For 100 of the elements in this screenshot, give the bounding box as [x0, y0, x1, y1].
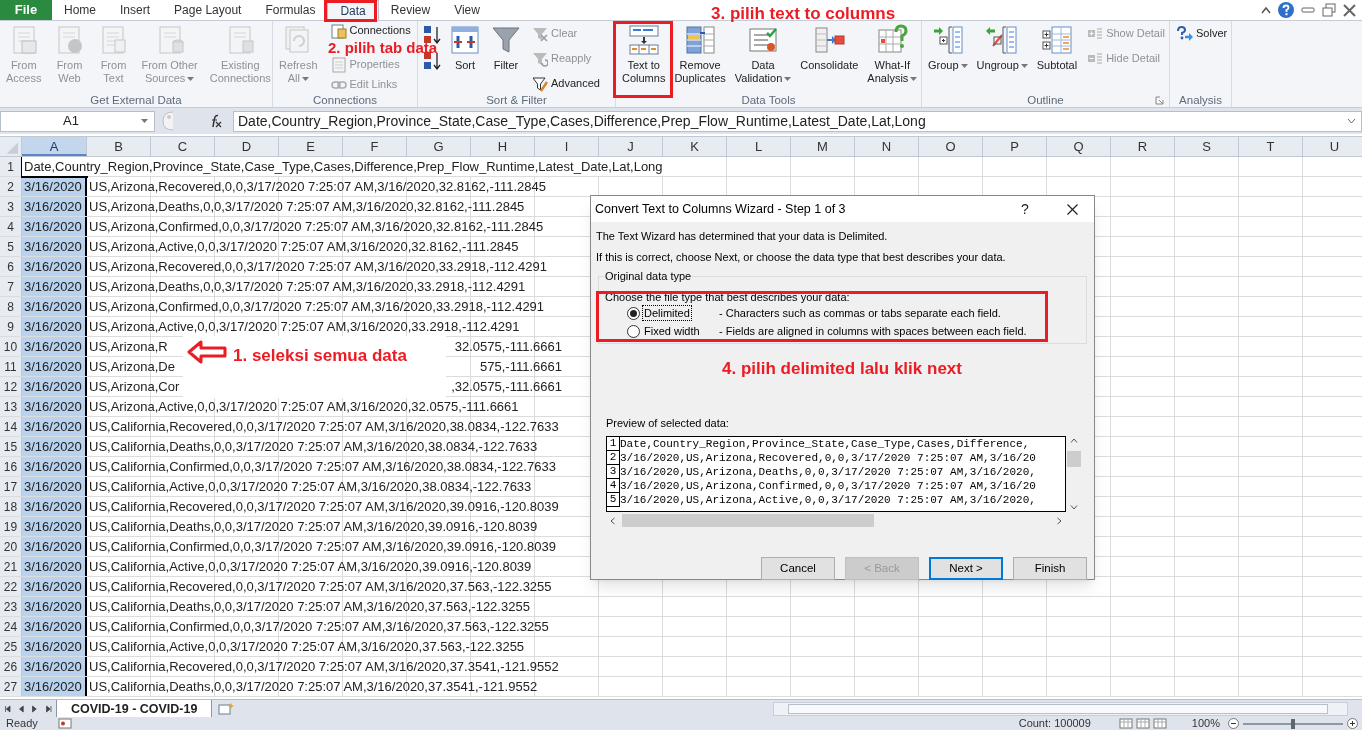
row-header[interactable]: 18: [0, 497, 22, 516]
row-header[interactable]: 11: [0, 357, 22, 376]
macro-record-icon[interactable]: [57, 718, 72, 729]
scroll-right-icon[interactable]: [1057, 516, 1062, 525]
ribbon-tab[interactable]: Insert: [108, 0, 163, 20]
column-header[interactable]: C: [151, 137, 215, 156]
close-icon[interactable]: [1343, 3, 1356, 17]
scroll-thumb[interactable]: [788, 703, 1328, 714]
row-header[interactable]: 26: [0, 657, 22, 676]
previous-sheet-icon[interactable]: [4, 703, 12, 714]
column-header[interactable]: E: [279, 137, 343, 156]
row-header[interactable]: 15: [0, 437, 22, 456]
row-header[interactable]: 4: [0, 217, 22, 236]
ribbon-button[interactable]: Consolidate: [797, 21, 862, 72]
name-box[interactable]: A1: [0, 110, 155, 132]
row-header[interactable]: 7: [0, 277, 22, 296]
row-header[interactable]: 5: [0, 237, 22, 256]
column-header[interactable]: G: [407, 137, 471, 156]
next-sheet-icon[interactable]: [31, 703, 39, 714]
column-header[interactable]: M: [791, 137, 855, 156]
radio-option[interactable]: Fixed width: [627, 324, 713, 338]
ribbon-button[interactable]: Advanced: [530, 75, 602, 92]
row-header[interactable]: 21: [0, 557, 22, 576]
row-header[interactable]: 1: [0, 157, 22, 176]
column-header[interactable]: T: [1239, 137, 1303, 156]
splitter-handle-icon[interactable]: [159, 111, 175, 131]
restore-icon[interactable]: [1322, 3, 1336, 17]
horizontal-scrollbar[interactable]: [773, 701, 1348, 716]
row-header[interactable]: 23: [0, 597, 22, 616]
ribbon-button[interactable]: Ungroup: [973, 21, 1031, 72]
page-layout-view-icon[interactable]: [1135, 718, 1150, 729]
dialog-button[interactable]: Next >: [929, 557, 1003, 580]
scroll-left-icon[interactable]: [610, 516, 615, 525]
column-header[interactable]: B: [87, 137, 151, 156]
row-header[interactable]: 8: [0, 297, 22, 316]
column-header[interactable]: J: [599, 137, 663, 156]
previous-sheet-icon[interactable]: [17, 703, 25, 714]
dialog-button[interactable]: Cancel: [761, 557, 835, 580]
row-header[interactable]: 16: [0, 457, 22, 476]
ribbon-button[interactable]: Subtotal: [1033, 21, 1081, 72]
ribbon-button[interactable]: Group: [925, 21, 971, 72]
ribbon-tab[interactable]: Page Layout: [162, 0, 254, 20]
sheet-tab[interactable]: COVID-19 - COVID-19: [56, 699, 213, 718]
column-header[interactable]: H: [471, 137, 535, 156]
row-header[interactable]: 12: [0, 377, 22, 396]
column-header[interactable]: L: [727, 137, 791, 156]
column-header[interactable]: A: [22, 137, 87, 156]
row-header[interactable]: 6: [0, 257, 22, 276]
row-header[interactable]: 3: [0, 197, 22, 216]
dialog-launcher-icon[interactable]: [1155, 96, 1164, 105]
row-header[interactable]: 9: [0, 317, 22, 336]
ribbon-button[interactable]: Connections: [328, 22, 413, 39]
row-header[interactable]: 22: [0, 577, 22, 596]
row-header[interactable]: 25: [0, 637, 22, 656]
vertical-scrollbar[interactable]: [1066, 436, 1081, 512]
row-header[interactable]: 19: [0, 517, 22, 536]
page-break-view-icon[interactable]: [1152, 718, 1167, 729]
row-header[interactable]: 14: [0, 417, 22, 436]
scroll-up-icon[interactable]: [1069, 438, 1078, 443]
slider-thumb[interactable]: [1291, 718, 1295, 729]
column-header[interactable]: N: [855, 137, 919, 156]
next-sheet-icon[interactable]: [44, 703, 52, 714]
help-button[interactable]: ?: [1014, 198, 1036, 220]
help-icon[interactable]: [1278, 2, 1294, 18]
ribbon-tab[interactable]: View: [442, 0, 492, 20]
row-header[interactable]: 17: [0, 477, 22, 496]
minimize-icon[interactable]: [1301, 6, 1315, 14]
formula-field[interactable]: Date,Country_Region,Province_State,Case_Type,Cases,Difference,Prep_Flow_Runtime,Latest_Date,Lat,Long: [233, 110, 1362, 132]
ribbon-button[interactable]: Sort: [446, 21, 484, 72]
ribbon-button[interactable]: Text to Columns: [619, 21, 669, 85]
ribbon-button[interactable]: Remove Duplicates: [671, 21, 729, 85]
column-header[interactable]: U: [1303, 137, 1362, 156]
sort-descending-icon[interactable]: [423, 51, 441, 71]
zoom-in-icon[interactable]: [1347, 718, 1358, 729]
row-header[interactable]: 10: [0, 337, 22, 356]
ribbon-tab[interactable]: Formulas: [253, 0, 328, 20]
column-header[interactable]: P: [983, 137, 1047, 156]
radio-button[interactable]: [627, 306, 640, 320]
column-header[interactable]: Q: [1047, 137, 1111, 156]
ribbon-button[interactable]: Solver: [1175, 25, 1230, 42]
radio-button[interactable]: [627, 324, 640, 338]
column-header[interactable]: I: [535, 137, 599, 156]
row-header[interactable]: 13: [0, 397, 22, 416]
radio-option[interactable]: Delimited: [627, 306, 713, 320]
row-header[interactable]: 2: [0, 177, 22, 196]
zoom-out-icon[interactable]: [1228, 718, 1239, 729]
scroll-thumb[interactable]: [622, 514, 874, 527]
ribbon-button[interactable]: Filter: [487, 21, 525, 72]
scroll-down-icon[interactable]: [1069, 505, 1078, 510]
column-header[interactable]: F: [343, 137, 407, 156]
file-tab[interactable]: File: [0, 0, 52, 20]
column-header[interactable]: K: [663, 137, 727, 156]
column-header[interactable]: O: [919, 137, 983, 156]
dialog-button[interactable]: Finish: [1013, 557, 1087, 580]
normal-view-icon[interactable]: [1118, 718, 1133, 729]
ribbon-button[interactable]: Data Validation: [731, 21, 795, 85]
column-header[interactable]: R: [1111, 137, 1175, 156]
expand-caret-icon[interactable]: [1347, 118, 1356, 124]
row-header[interactable]: 20: [0, 537, 22, 556]
row-header[interactable]: 27: [0, 677, 22, 696]
